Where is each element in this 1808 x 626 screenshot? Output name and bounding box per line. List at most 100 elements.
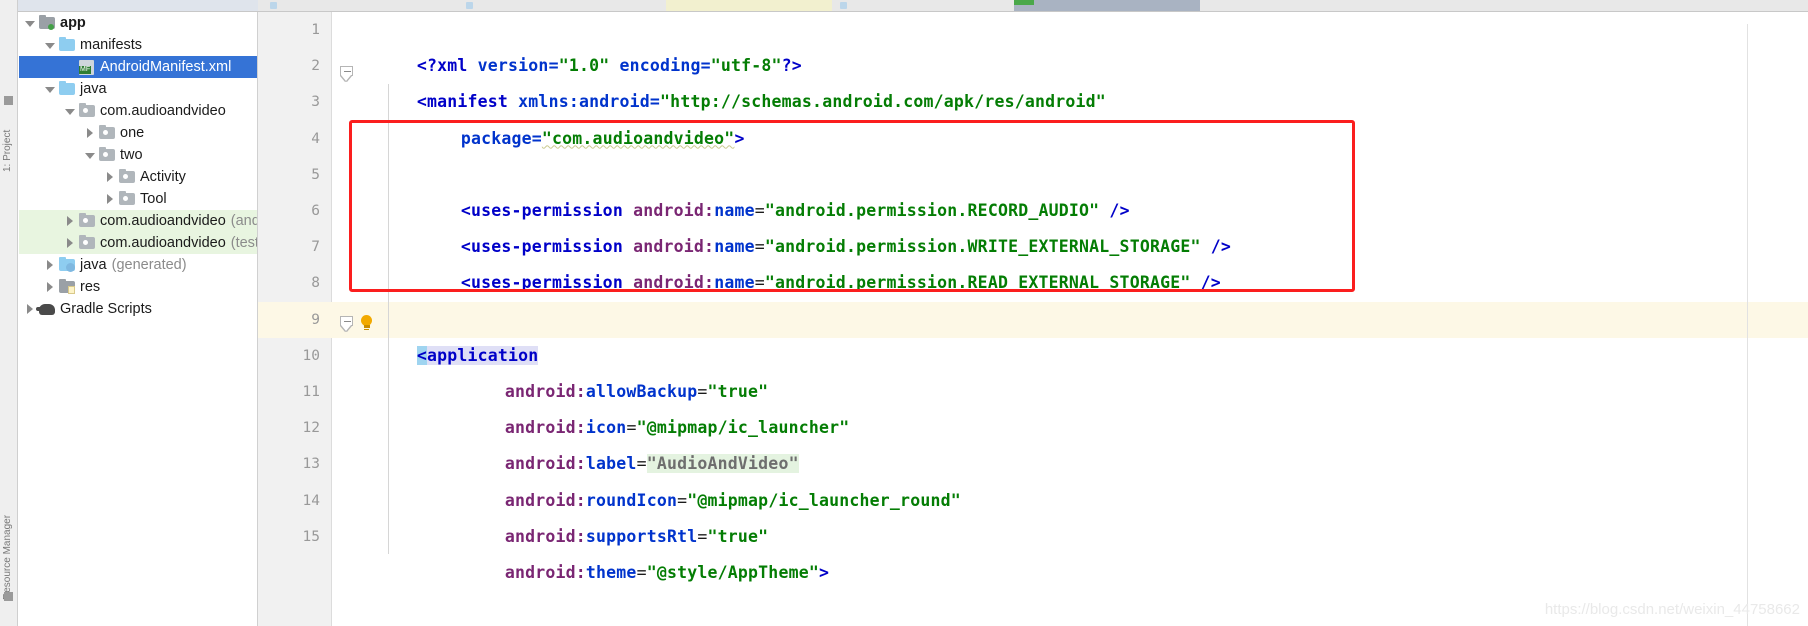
tree-item-two[interactable]: two: [19, 144, 257, 166]
build-status-indicator: [1014, 0, 1034, 5]
tree-item-label: com.audioandvideo: [100, 235, 226, 251]
tool-strip-handle-1[interactable]: [4, 96, 13, 105]
tree-item-label: app: [60, 15, 86, 31]
tree-item-one[interactable]: one: [19, 122, 257, 144]
folder-generated-icon: [59, 257, 75, 272]
line-number: 11: [302, 384, 320, 400]
tree-no-arrow: [65, 62, 76, 73]
tab-segment-1[interactable]: [18, 0, 258, 11]
code-token: "android.permission.READ_EXTERNAL_STORAG…: [764, 273, 1191, 293]
tree-item-suffix: (generated): [111, 257, 187, 273]
tree-item-androidmanifest-xml[interactable]: MF AndroidManifest.xml: [19, 56, 257, 78]
code-token: theme: [585, 563, 637, 582]
chevron-down-icon[interactable]: [45, 84, 56, 95]
tab-tick-icon-3: [840, 2, 847, 9]
tree-item-label: Activity: [140, 169, 186, 185]
chevron-right-icon[interactable]: [65, 237, 76, 249]
fold-tip-icon: [341, 75, 351, 81]
tree-item-activity[interactable]: Activity: [19, 166, 257, 188]
tree-item-label: Gradle Scripts: [60, 301, 152, 317]
code-line-15[interactable]: android:theme="@style/AppTheme">: [444, 519, 829, 626]
tree-item-label: one: [120, 125, 145, 141]
tree-item-label: res: [80, 279, 101, 295]
line-number: 10: [302, 347, 320, 364]
line-number: 12: [302, 420, 320, 437]
package-icon: [79, 103, 95, 118]
code-token: package=: [460, 128, 542, 148]
chevron-right-icon[interactable]: [65, 215, 76, 227]
tree-item-label: java: [80, 81, 107, 97]
line-number: 8: [311, 275, 320, 292]
line-number: 4: [311, 130, 320, 147]
chevron-down-icon[interactable]: [25, 18, 36, 29]
code-token: >: [734, 128, 745, 148]
tab-segment-3[interactable]: [1014, 0, 1200, 11]
tree-item-gradle-scripts[interactable]: Gradle Scripts: [19, 298, 257, 320]
folder-blue-icon: [59, 81, 75, 96]
tool-button-resource-manager[interactable]: Resource Manager: [2, 515, 13, 600]
code-token: >: [818, 563, 830, 582]
package-icon: [99, 125, 115, 140]
fold-marker-line9[interactable]: [340, 316, 353, 331]
tree-item-com-audioandvideo[interactable]: com.audioandvideo: [19, 100, 257, 122]
code-token: "@style/AppTheme": [646, 563, 819, 582]
manifest-file-icon: MF: [79, 60, 95, 75]
project-tree-panel[interactable]: app manifests MF AndroidManifest.xml java com…: [19, 12, 258, 626]
folder-module-icon: [39, 15, 55, 30]
line-number: 6: [311, 203, 320, 219]
tab-tick-icon-1: [270, 2, 277, 9]
tree-item-manifests[interactable]: manifests: [19, 34, 257, 56]
tree-item-label: AndroidManifest.xml: [100, 59, 232, 75]
fold-marker-line2[interactable]: [340, 66, 353, 81]
line-number: 9: [311, 311, 320, 328]
code-token: />: [1190, 273, 1221, 293]
tree-item-app[interactable]: app: [19, 12, 257, 34]
tree-item-tool[interactable]: Tool: [19, 188, 257, 210]
line-number: 5: [311, 166, 320, 183]
code-editor[interactable]: 1 2 3 4 5 6 7 8 9 10 11 12 13 14 15 <?xml version="1.0…: [258, 12, 1808, 626]
line-number: 2: [311, 58, 320, 75]
folder-res-icon: [59, 279, 75, 294]
line-number: 14: [302, 492, 320, 509]
chevron-right-icon[interactable]: [105, 193, 116, 205]
tree-item-res[interactable]: res: [19, 276, 257, 298]
tree-item-label: com.audioandvideo: [100, 103, 226, 119]
code-token: <: [416, 345, 427, 365]
tab-tick-icon-2: [466, 2, 473, 9]
chevron-right-icon[interactable]: [45, 259, 56, 271]
tree-item-suffix: (andro: [230, 213, 257, 229]
tree-item-com-audioandvideo[interactable]: com.audioandvideo(andro: [19, 210, 257, 232]
tree-item-label: two: [120, 147, 143, 163]
code-token: =: [754, 273, 765, 293]
chevron-right-icon[interactable]: [85, 127, 96, 139]
chevron-down-icon[interactable]: [65, 106, 76, 117]
line-number: 7: [311, 239, 320, 256]
gradle-icon: [36, 302, 55, 316]
package-icon: [79, 235, 95, 250]
screen-root: 1: Project Resource Manager 7: Structure…: [0, 0, 1808, 626]
top-tab-strip: [0, 0, 1808, 12]
code-token: :: [575, 563, 586, 582]
line-number: 1: [311, 22, 320, 38]
chevron-right-icon[interactable]: [45, 281, 56, 293]
tree-item-com-audioandvideo[interactable]: com.audioandvideo(test): [19, 232, 257, 254]
code-token: :: [704, 273, 715, 293]
tool-strip-handle-2[interactable]: [4, 592, 13, 601]
tab-segment-2[interactable]: [666, 0, 832, 11]
watermark-text: https://blog.csdn.net/weixin_44758662: [1544, 601, 1800, 618]
tool-button-project[interactable]: 1: Project: [2, 130, 13, 172]
tree-item-label: com.audioandvideo: [100, 213, 226, 229]
tree-item-java[interactable]: java: [19, 78, 257, 100]
chevron-down-icon[interactable]: [45, 40, 56, 51]
tree-item-label: java: [80, 257, 107, 273]
line-number: 13: [302, 456, 320, 473]
chevron-right-icon[interactable]: [25, 303, 36, 315]
tree-item-suffix: (test): [230, 235, 257, 251]
tree-item-label: Tool: [140, 191, 167, 207]
code-token: =: [636, 563, 647, 582]
chevron-down-icon[interactable]: [85, 150, 96, 161]
chevron-right-icon[interactable]: [105, 171, 116, 183]
code-token: <uses-permission: [460, 273, 623, 293]
code-token: android: [622, 273, 705, 293]
tree-item-java[interactable]: java (generated): [19, 254, 257, 276]
